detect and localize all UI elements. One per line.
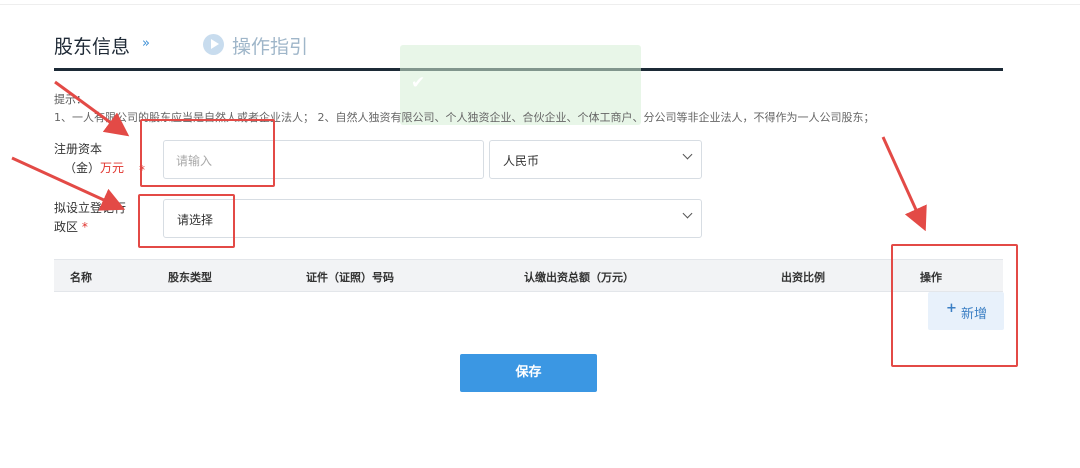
- annotation-arrows: [11, 80, 927, 232]
- annotation-arrow-2: [11, 156, 126, 211]
- annotation-arrow-3: [881, 136, 927, 232]
- annotation-arrow-1: [54, 80, 130, 137]
